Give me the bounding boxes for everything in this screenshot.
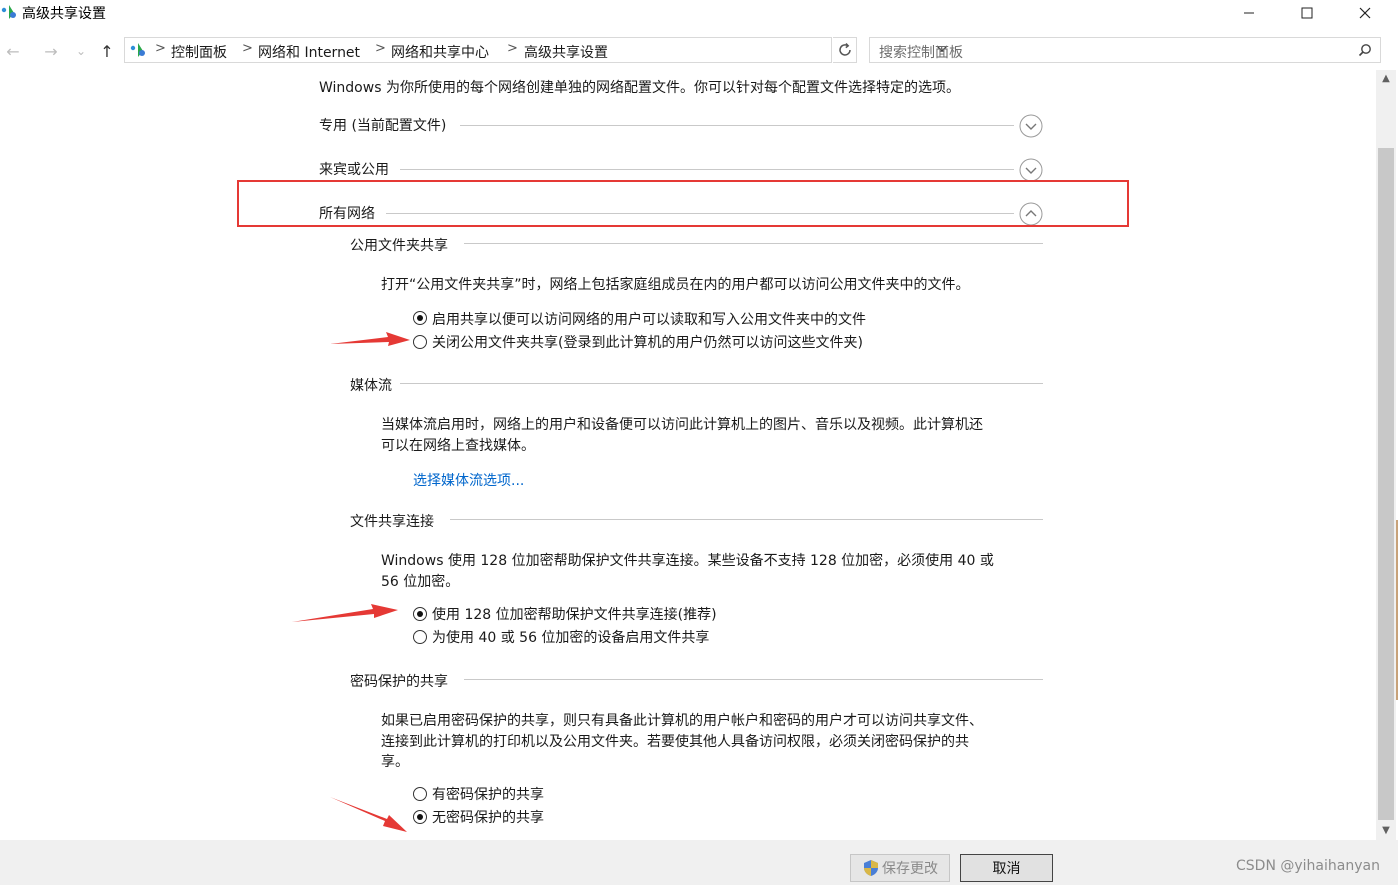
radio-label[interactable]: 关闭公用文件夹共享(登录到此计算机的用户仍然可以访问这些文件夹) [432,332,863,352]
section-title-public-folder: 公用文件夹共享 [350,238,448,254]
window-title: 高级共享设置 [22,6,106,22]
scrollbar-thumb[interactable] [1378,148,1394,820]
maximize-icon [1301,7,1313,19]
minimize-icon [1244,12,1254,14]
media-description-line-1: 当媒体流启用时，网络上的用户和设备便可以访问此计算机上的图片、音乐以及视频。此计… [381,417,983,433]
search-icon[interactable] [1358,43,1372,57]
breadcrumb-advanced-sharing[interactable]: 高级共享设置 [524,42,608,62]
cancel-button[interactable]: 取消 [960,854,1053,882]
breadcrumb-network-internet[interactable]: 网络和 Internet [258,42,360,62]
close-button[interactable] [1336,0,1394,26]
breadcrumb-separator: > [375,41,386,56]
close-icon [1359,7,1371,19]
search-input[interactable]: 搜索控制面板 [879,42,963,62]
expand-chevron-icon[interactable] [1019,158,1043,182]
minimize-button[interactable] [1220,0,1278,26]
vertical-scrollbar[interactable]: ▲ ▼ [1376,70,1396,840]
network-location-icon [130,43,145,57]
address-bar[interactable]: > 控制面板 > 网络和 Internet > 网络和共享中心 > 高级共享设置 [124,37,948,63]
password-description-line-2: 连接到此计算机的打印机以及公用文件夹。若要使其他人具备访问权限，必须关闭密码保护… [381,734,969,750]
divider [460,125,1014,126]
radio-128-bit[interactable] [413,607,427,621]
radio-public-folder-on[interactable] [413,311,427,325]
breadcrumb-separator: > [507,41,518,56]
password-description-line-1: 如果已启用密码保护的共享，则只有具备此计算机的用户帐户和密码的用户才可以访问共享… [381,713,983,729]
up-button[interactable]: ↑ [96,38,118,64]
network-app-icon [1,5,16,19]
radio-password-off[interactable] [413,810,427,824]
breadcrumb-control-panel[interactable]: 控制面板 [171,42,227,62]
save-changes-label: 保存更改 [882,861,938,877]
back-arrow-icon: ← [6,41,20,61]
divider [464,679,1043,680]
divider [450,519,1043,520]
file-sharing-description-line-2: 56 位加密。 [381,574,460,590]
search-box[interactable]: 搜索控制面板 [869,37,1381,63]
media-description-line-2: 可以在网络上查找媒体。 [381,438,535,454]
maximize-button[interactable] [1278,0,1336,26]
radio-label[interactable]: 无密码保护的共享 [432,807,544,827]
uac-shield-icon [864,860,878,876]
password-description-line-3: 享。 [381,754,409,770]
intro-text: Windows 为你所使用的每个网络创建单独的网络配置文件。你可以针对每个配置文… [319,80,960,96]
radio-label[interactable]: 为使用 40 或 56 位加密的设备启用文件共享 [432,627,709,647]
radio-40-56-bit[interactable] [413,630,427,644]
watermark-text: CSDN @yihaihanyan [1236,858,1380,874]
divider [400,383,1043,384]
radio-label[interactable]: 有密码保护的共享 [432,784,544,804]
public-folder-description: 打开“公用文件夹共享”时，网络上包括家庭组成员在内的用户都可以访问公用文件夹中的… [381,277,970,293]
refresh-button[interactable] [833,37,857,63]
chevron-down-icon: ⌄ [75,44,87,58]
scroll-down-icon[interactable]: ▼ [1376,822,1396,840]
breadcrumb-separator: > [155,41,166,56]
divider [400,169,1014,170]
radio-label[interactable]: 启用共享以便可以访问网络的用户可以读取和写入公用文件夹中的文件 [432,309,866,329]
expand-chevron-icon[interactable] [1019,114,1043,138]
breadcrumb-separator: > [242,41,253,56]
scroll-up-icon[interactable]: ▲ [1376,70,1396,88]
section-title-media: 媒体流 [350,378,392,394]
profile-private-label[interactable]: 专用 (当前配置文件) [319,115,446,135]
forward-button[interactable]: → [40,38,62,64]
divider [464,243,1043,244]
footer-bar [0,840,1398,885]
radio-password-on[interactable] [413,787,427,801]
section-title-file-sharing: 文件共享连接 [350,514,434,530]
back-button[interactable]: ← [2,38,24,64]
profile-guest-public-label[interactable]: 来宾或公用 [319,159,389,179]
radio-label[interactable]: 使用 128 位加密帮助保护文件共享连接(推荐) [432,604,717,624]
forward-arrow-icon: → [44,41,58,61]
title-bar: 高级共享设置 [0,0,1398,26]
file-sharing-description-line-1: Windows 使用 128 位加密帮助保护文件共享连接。某些设备不支持 128… [381,553,994,569]
save-changes-button[interactable]: 保存更改 [850,854,950,882]
radio-public-folder-off[interactable] [413,335,427,349]
recent-locations-button[interactable]: ⌄ [70,38,92,64]
refresh-icon [838,42,851,56]
media-streaming-options-link[interactable]: 选择媒体流选项... [413,470,524,490]
cancel-label: 取消 [992,861,1021,877]
section-title-password: 密码保护的共享 [350,674,448,690]
up-arrow-icon: ↑ [100,41,114,61]
breadcrumb-network-sharing-center[interactable]: 网络和共享中心 [391,42,489,62]
annotation-highlight-box [237,180,1129,227]
